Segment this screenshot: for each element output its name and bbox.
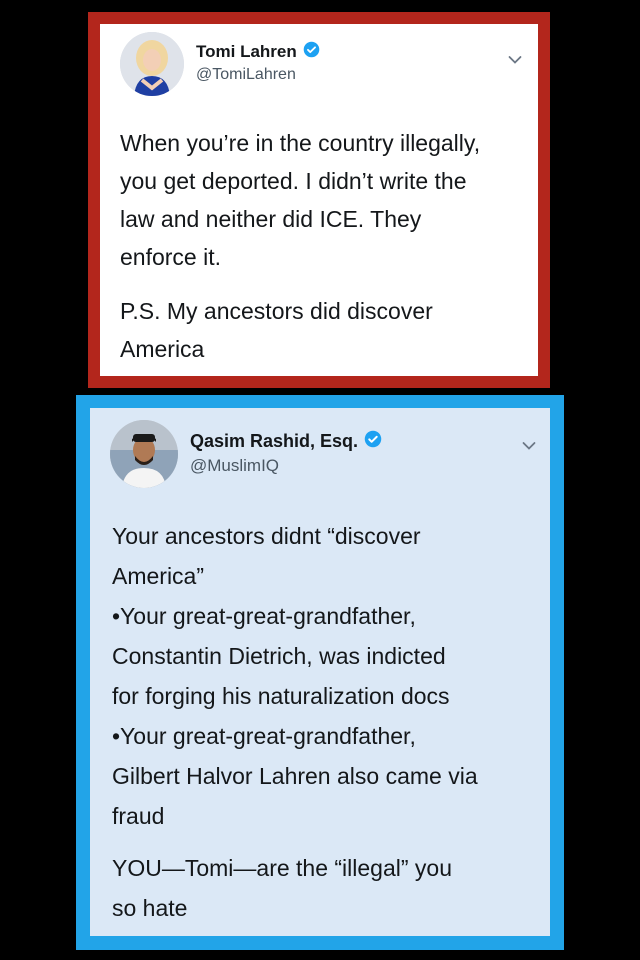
tweet-line: law and neither did ICE. They — [120, 206, 422, 232]
tweet-line: When you’re in the country illegally, — [120, 130, 481, 156]
tweet-line: you get deported. I didn’t write the — [120, 168, 467, 194]
author-name[interactable]: Qasim Rashid, Esq. — [190, 431, 358, 452]
tweet-line: America — [120, 336, 205, 362]
tweet-line: for forging his naturalization docs — [112, 683, 450, 709]
author-name[interactable]: Tomi Lahren — [196, 42, 297, 62]
tweet-card-tomi: Tomi Lahren @TomiLahren When you’re in t… — [100, 24, 538, 376]
tweet-line: Constantin Dietrich, was indicted — [112, 643, 446, 669]
tweet-line: Your ancestors didnt “discover — [112, 523, 421, 549]
chevron-down-icon[interactable] — [508, 52, 522, 70]
author-row: Qasim Rashid, Esq. — [190, 430, 382, 453]
tweet-body: When you’re in the country illegally, yo… — [120, 124, 528, 276]
author-handle[interactable]: @TomiLahren — [196, 66, 296, 84]
tweet-postscript: P.S. My ancestors did discover America — [120, 292, 528, 368]
profile-photo-man-icon[interactable] — [110, 420, 178, 488]
tweet-line: fraud — [112, 803, 165, 829]
tweet-line: •Your great-great-grandfather, — [112, 603, 416, 629]
tweet-line: so hate — [112, 895, 188, 921]
tweet-line: America” — [112, 563, 205, 589]
tweet-card-qasim: Qasim Rashid, Esq. @MuslimIQ Your ancest… — [90, 408, 550, 936]
tweet-line: Gilbert Halvor Lahren also came via — [112, 763, 478, 789]
tweet-line: YOU—Tomi—are the “illegal” you — [112, 855, 453, 881]
author-handle[interactable]: @MuslimIQ — [190, 456, 279, 476]
tweet-line: P.S. My ancestors did discover — [120, 298, 433, 324]
tweet-line: enforce it. — [120, 244, 221, 270]
verified-badge-icon — [303, 41, 320, 63]
tweet-line: •Your great-great-grandfather, — [112, 723, 416, 749]
verified-badge-icon — [364, 430, 382, 453]
profile-photo-woman-icon[interactable] — [120, 32, 184, 96]
author-row: Tomi Lahren — [196, 41, 320, 63]
chevron-down-icon[interactable] — [522, 438, 536, 456]
